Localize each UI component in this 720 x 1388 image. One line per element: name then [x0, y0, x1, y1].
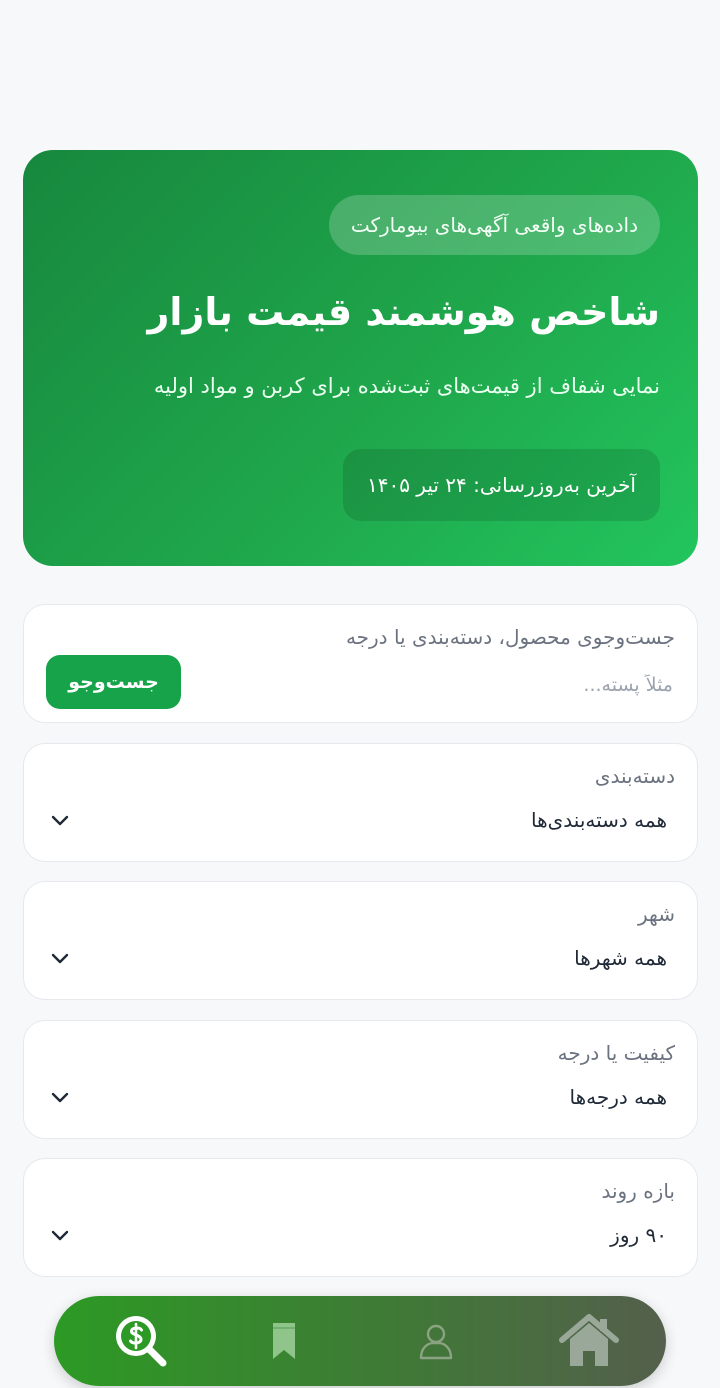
search-card: جست‌وجوی محصول، دسته‌بندی یا درجه جست‌وج… [23, 604, 698, 723]
search-label: جست‌وجوی محصول، دسته‌بندی یا درجه [345, 625, 675, 649]
category-value: همه دسته‌بندی‌ها [530, 808, 667, 832]
chevron-down-icon [50, 1091, 70, 1105]
chevron-down-icon [50, 952, 70, 966]
bookmark-icon [271, 1321, 297, 1361]
home-icon [558, 1313, 620, 1369]
search-button[interactable]: جست‌وجو [46, 655, 181, 709]
hero-banner: داده‌های واقعی آگهی‌های بیومارکت شاخص هو… [23, 150, 698, 566]
city-value: همه شهرها [574, 946, 667, 970]
trend-range-value: ۹۰ روز [610, 1223, 667, 1247]
nav-bookmarks[interactable] [239, 1296, 329, 1386]
price-search-icon [111, 1311, 171, 1371]
grade-select[interactable]: کیفیت یا درجه همه درجه‌ها [23, 1020, 698, 1139]
grade-value: همه درجه‌ها [569, 1085, 667, 1109]
user-icon [416, 1321, 456, 1361]
page-title: شاخص هوشمند قیمت بازار [147, 290, 660, 334]
category-select[interactable]: دسته‌بندی همه دسته‌بندی‌ها [23, 743, 698, 862]
search-input[interactable] [273, 667, 673, 703]
page: داده‌های واقعی آگهی‌های بیومارکت شاخص هو… [0, 0, 720, 1388]
grade-label: کیفیت یا درجه [557, 1041, 675, 1065]
hero-badge: داده‌های واقعی آگهی‌های بیومارکت [328, 195, 660, 255]
bottom-nav [54, 1296, 666, 1386]
city-select[interactable]: شهر همه شهرها [23, 881, 698, 1000]
hero-subtitle: نمایی شفاف از قیمت‌های ثبت‌شده برای کربن… [153, 374, 660, 398]
category-label: دسته‌بندی [594, 764, 675, 788]
city-label: شهر [637, 902, 675, 926]
trend-range-label: بازه روند [601, 1179, 675, 1203]
trend-range-select[interactable]: بازه روند ۹۰ روز [23, 1158, 698, 1277]
nav-home[interactable] [544, 1296, 634, 1386]
nav-price-search[interactable] [96, 1296, 186, 1386]
last-updated-badge: آخرین به‌روزرسانی: ۲۴ تیر ۱۴۰۵ [342, 449, 660, 521]
nav-profile[interactable] [391, 1296, 481, 1386]
chevron-down-icon [50, 814, 70, 828]
chevron-down-icon [50, 1229, 70, 1243]
